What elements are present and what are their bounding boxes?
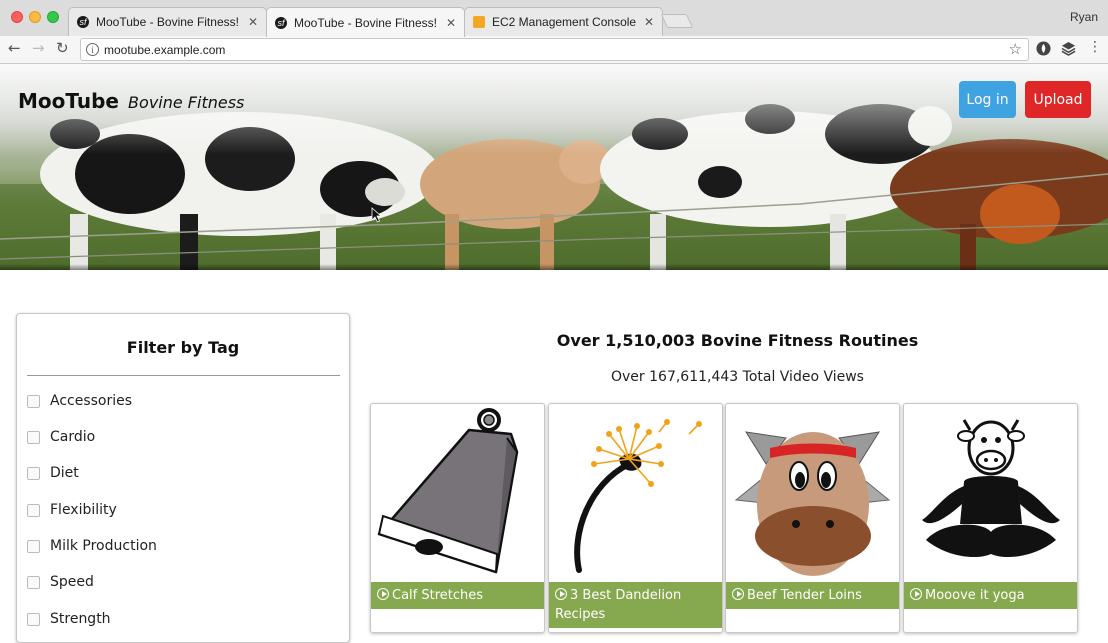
- reload-icon[interactable]: ↻: [56, 39, 69, 57]
- tag-diet[interactable]: Diet: [27, 463, 79, 483]
- total-views: Over 167,611,443 Total Video Views: [611, 369, 864, 385]
- aws-icon: [473, 16, 485, 28]
- tag-cardio[interactable]: Cardio: [27, 427, 95, 447]
- address-bar[interactable]: i mootube.example.com ☆: [80, 38, 1029, 61]
- video-card[interactable]: Mooove it yoga: [903, 403, 1078, 633]
- checkbox[interactable]: [27, 394, 40, 408]
- tag-label: Speed: [50, 574, 94, 590]
- extension-flame-icon[interactable]: [1036, 41, 1051, 56]
- checkbox[interactable]: [27, 430, 40, 444]
- menu-kebab-icon[interactable]: ⋮: [1088, 39, 1102, 55]
- forward-icon[interactable]: →: [32, 39, 45, 57]
- checkbox[interactable]: [27, 575, 40, 589]
- tab-title: EC2 Management Console: [492, 15, 637, 29]
- close-icon[interactable]: ✕: [248, 15, 258, 29]
- video-title-text: Calf Stretches: [392, 588, 484, 603]
- profile-name[interactable]: Ryan: [1070, 10, 1098, 24]
- site-brand[interactable]: MooTube Bovine Fitness: [18, 89, 244, 113]
- tag-label: Diet: [50, 465, 79, 481]
- hero-banner: MooTube Bovine Fitness Log in Upload: [0, 64, 1108, 270]
- play-circle-icon: [555, 588, 567, 600]
- tag-label: Milk Production: [50, 538, 157, 554]
- new-tab-button[interactable]: [660, 14, 694, 28]
- tab-title: MooTube - Bovine Fitness!: [294, 15, 437, 30]
- cowbell-icon: [377, 408, 519, 574]
- tag-label: Cardio: [50, 429, 96, 445]
- tag-label: Flexibility: [50, 502, 117, 518]
- video-title-text: 3 Best Dandelion Recipes: [555, 588, 682, 622]
- browser-tab-2[interactable]: sf MooTube - Bovine Fitness! ✕: [266, 7, 465, 37]
- play-circle-icon: [732, 588, 744, 600]
- close-window-button[interactable]: [11, 11, 23, 23]
- divider: [27, 375, 340, 376]
- info-icon[interactable]: i: [86, 43, 99, 56]
- video-title-text: Mooove it yoga: [925, 588, 1025, 603]
- extension-layers-icon[interactable]: [1061, 41, 1076, 56]
- symfony-icon: sf: [275, 16, 287, 29]
- dandelion-icon: [574, 419, 702, 573]
- filter-title: Filter by Tag: [126, 338, 240, 357]
- brand-tagline: Bovine Fitness: [128, 93, 245, 112]
- play-circle-icon: [377, 588, 389, 600]
- tab-title: MooTube - Bovine Fitness!: [96, 15, 239, 29]
- maximize-window-button[interactable]: [47, 11, 59, 23]
- close-icon[interactable]: ✕: [644, 15, 654, 29]
- video-card[interactable]: Beef Tender Loins: [725, 403, 900, 633]
- yoga-cow-icon: [922, 419, 1060, 558]
- url-text[interactable]: mootube.example.com: [104, 43, 225, 57]
- tag-flexibility[interactable]: Flexibility: [27, 500, 117, 520]
- video-title[interactable]: Calf Stretches: [371, 582, 544, 609]
- tag-speed[interactable]: Speed: [27, 572, 94, 592]
- brand-name: MooTube: [18, 89, 119, 113]
- browser-toolbar: ← → ↻ i mootube.example.com ☆ ⋮: [0, 36, 1108, 64]
- play-circle-icon: [910, 588, 922, 600]
- checkbox[interactable]: [27, 503, 40, 517]
- video-card[interactable]: Calf Stretches: [370, 403, 545, 633]
- video-title[interactable]: 3 Best Dandelion Recipes: [549, 582, 722, 628]
- tag-milk-production[interactable]: Milk Production: [27, 536, 157, 556]
- mouse-cursor-icon: [371, 207, 383, 223]
- video-title[interactable]: Beef Tender Loins: [726, 582, 899, 609]
- close-icon[interactable]: ✕: [446, 16, 456, 30]
- symfony-icon: sf: [77, 16, 89, 28]
- browser-tab-3[interactable]: EC2 Management Console ✕: [464, 7, 663, 36]
- minimize-window-button[interactable]: [29, 11, 41, 23]
- checkbox[interactable]: [27, 539, 40, 553]
- tag-strength[interactable]: Strength: [27, 609, 111, 629]
- cow-face-icon: [734, 431, 891, 576]
- login-button[interactable]: Log in: [959, 81, 1016, 118]
- bookmark-star-icon[interactable]: ☆: [1009, 40, 1022, 58]
- tag-accessories[interactable]: Accessories: [27, 391, 132, 411]
- hero-shadow: [0, 264, 1108, 270]
- tag-label: Accessories: [50, 393, 133, 409]
- back-icon[interactable]: ←: [8, 39, 21, 57]
- checkbox[interactable]: [27, 466, 40, 480]
- tag-label: Strength: [50, 611, 111, 627]
- browser-tab-bar: sf MooTube - Bovine Fitness! ✕ sf MooTub…: [0, 0, 1108, 37]
- filter-panel: Filter by Tag Accessories Cardio Diet Fl…: [16, 313, 350, 643]
- video-title[interactable]: Mooove it yoga: [904, 582, 1077, 609]
- browser-tab-1[interactable]: sf MooTube - Bovine Fitness! ✕: [68, 7, 267, 36]
- upload-button[interactable]: Upload: [1025, 81, 1091, 118]
- video-card[interactable]: 3 Best Dandelion Recipes: [548, 403, 723, 633]
- video-title-text: Beef Tender Loins: [747, 588, 862, 603]
- page-headline: Over 1,510,003 Bovine Fitness Routines: [556, 331, 919, 350]
